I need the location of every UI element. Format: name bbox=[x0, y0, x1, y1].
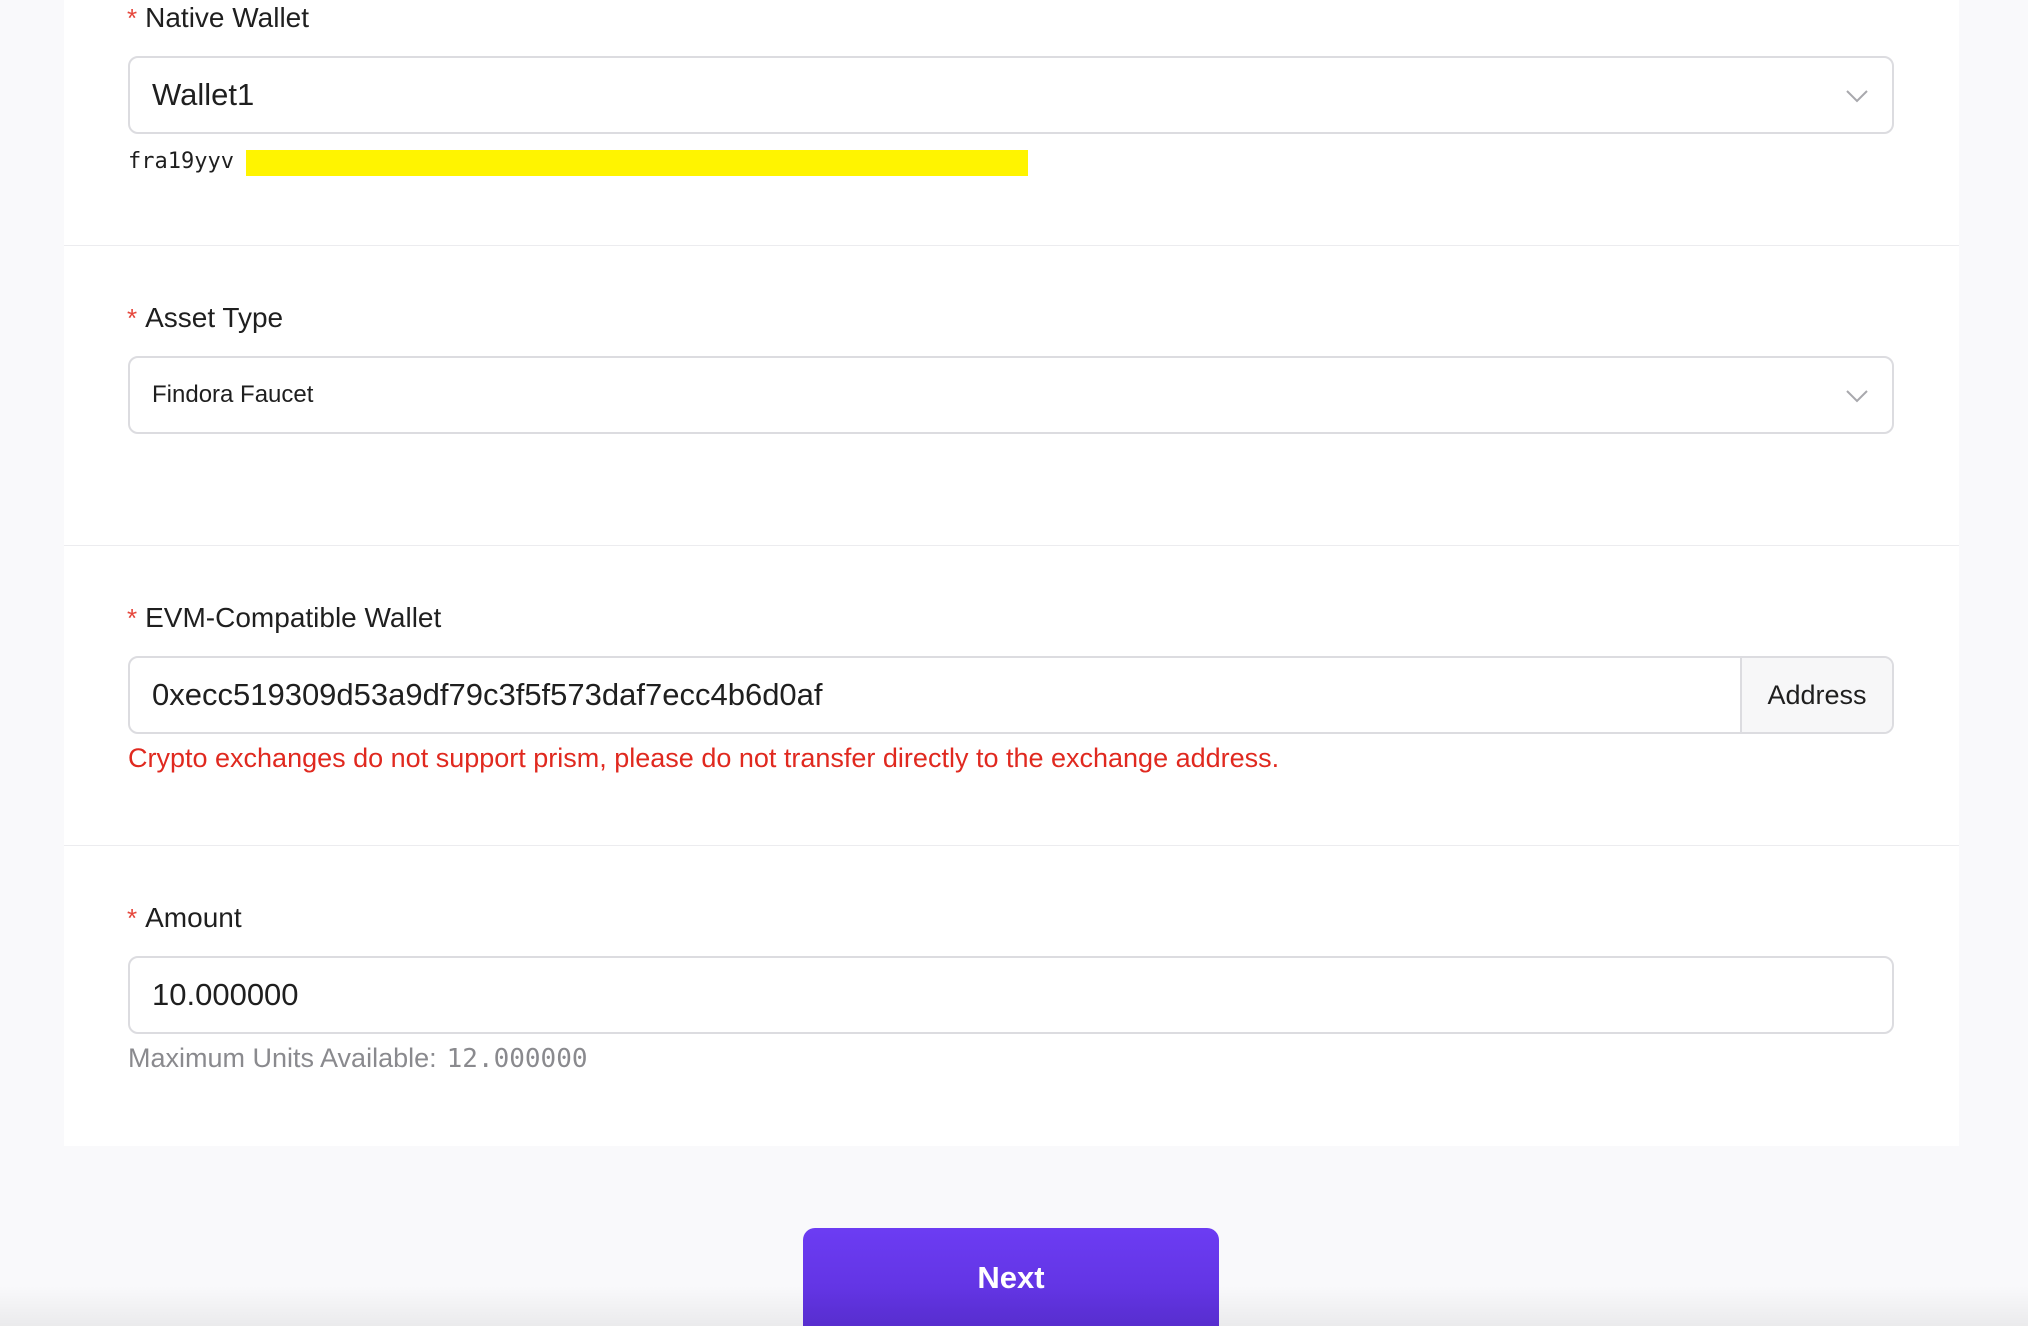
native-wallet-select[interactable]: Wallet1 bbox=[128, 56, 1894, 134]
asset-type-section: * Asset Type Findora Faucet bbox=[64, 246, 1959, 546]
required-marker: * bbox=[127, 303, 138, 333]
asset-type-select[interactable]: Findora Faucet bbox=[128, 356, 1894, 434]
amount-value: 10.000000 bbox=[152, 977, 299, 1012]
chevron-down-icon bbox=[1846, 90, 1868, 103]
max-units-label: Maximum Units Available: bbox=[128, 1043, 437, 1073]
native-wallet-selected-value: Wallet1 bbox=[152, 77, 255, 112]
evm-wallet-section: * EVM-Compatible Wallet 0xecc519309d53a9d… bbox=[64, 546, 1959, 846]
native-wallet-label: * Native Wallet bbox=[127, 2, 310, 33]
asset-type-label: * Asset Type bbox=[127, 302, 284, 333]
amount-section: * Amount 10.000000 bbox=[64, 846, 1959, 1146]
evm-wallet-label: * EVM-Compatible Wallet bbox=[127, 602, 442, 633]
asset-type-selected-value: Findora Faucet bbox=[152, 381, 314, 408]
chevron-down-icon bbox=[1846, 390, 1868, 403]
native-wallet-section: * Native Wallet Wallet1 fra19yyv bbox=[64, 0, 1959, 246]
exchange-warning-text: Crypto exchanges do not support prism, p… bbox=[128, 743, 1280, 773]
form-card: * Native Wallet Wallet1 fra19yyv * Asset T… bbox=[64, 0, 1959, 1146]
amount-label: * Amount bbox=[127, 902, 242, 933]
max-units-help: Maximum Units Available: 12.000000 bbox=[128, 1040, 588, 1077]
evm-wallet-address-value: 0xecc519309d53a9df79c3f5f573daf7ecc4b6d0… bbox=[152, 677, 823, 712]
required-marker: * bbox=[127, 3, 138, 33]
native-wallet-address: fra19yyv bbox=[128, 149, 234, 174]
transfer-form-page: * Native Wallet Wallet1 fra19yyv * Asset T… bbox=[0, 0, 2028, 1326]
required-marker: * bbox=[127, 603, 138, 633]
evm-wallet-input[interactable]: 0xecc519309d53a9df79c3f5f573daf7ecc4b6d0… bbox=[128, 656, 1894, 734]
max-units-value: 12.000000 bbox=[446, 1044, 588, 1074]
address-redaction bbox=[246, 150, 1028, 176]
required-marker: * bbox=[127, 903, 138, 933]
amount-input[interactable]: 10.000000 bbox=[128, 956, 1894, 1034]
next-button[interactable]: Next bbox=[803, 1228, 1219, 1326]
address-addon-button[interactable]: Address bbox=[1740, 658, 1892, 732]
